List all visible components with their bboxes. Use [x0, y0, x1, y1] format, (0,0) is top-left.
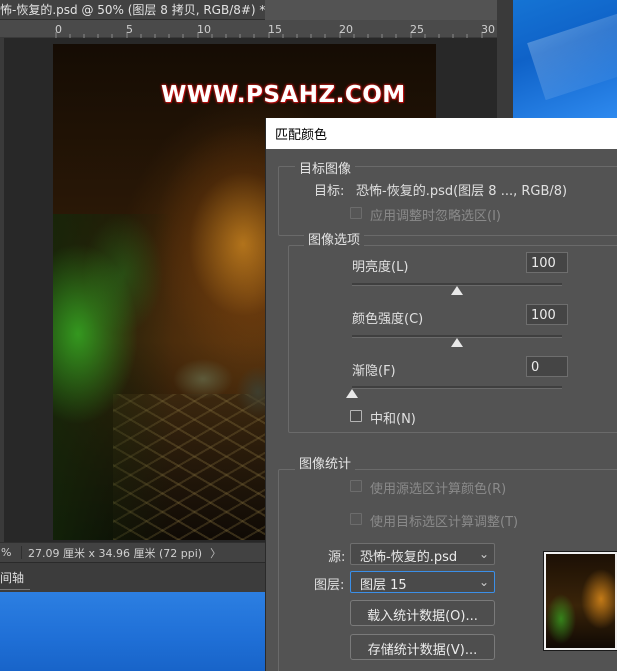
ruler-tick-label: 15	[268, 23, 282, 36]
ignore-selection-checkbox[interactable]	[350, 207, 362, 219]
match-color-dialog: 匹配颜色 目标图像 目标: 恐怖-恢复的.psd(图层 8 ..., RGB/8…	[265, 118, 617, 671]
chevron-down-icon: ⌄	[478, 547, 489, 561]
color-intensity-input[interactable]	[526, 304, 568, 325]
tab-underline	[0, 589, 30, 590]
app-frame-edge	[497, 0, 513, 122]
watermark-text: WWW.PSAHZ.COM	[161, 82, 406, 108]
ruler-tick-label: 5	[126, 23, 133, 36]
source-label: 源:	[328, 550, 346, 565]
fade-slider-track[interactable]	[352, 386, 562, 389]
target-image-legend: 目标图像	[295, 158, 356, 177]
use-target-selection-label: 使用目标选区计算调整(T)	[370, 515, 519, 530]
luminance-label: 明亮度(L)	[352, 260, 409, 275]
target-label: 目标:	[314, 184, 345, 199]
zoom-level[interactable]: %	[0, 546, 22, 559]
ruler-tick-label: 10	[197, 23, 211, 36]
use-source-selection-checkbox[interactable]	[350, 480, 362, 492]
timeline-tab-label: 间轴	[0, 571, 25, 585]
ruler-tick-label: 30	[481, 23, 495, 36]
ruler-tick-label: 0	[55, 23, 62, 36]
ruler-tick-label: 20	[339, 23, 353, 36]
luminance-slider-thumb[interactable]	[451, 286, 463, 295]
source-select-value: 恐怖-恢复的.psd	[360, 550, 458, 565]
save-statistics-button[interactable]: 存储统计数据(V)...	[350, 634, 495, 660]
artwork-wall	[53, 214, 173, 540]
neutralize-checkbox[interactable]	[350, 410, 362, 422]
dialog-title: 匹配颜色	[275, 128, 328, 143]
load-statistics-button[interactable]: 载入统计数据(O)...	[350, 600, 495, 626]
dialog-titlebar[interactable]: 匹配颜色	[266, 118, 617, 149]
use-target-selection-checkbox[interactable]	[350, 513, 362, 525]
fade-label: 渐隐(F)	[352, 364, 396, 379]
use-source-selection-label: 使用源选区计算颜色(R)	[370, 482, 507, 497]
artwork-figure	[173, 354, 233, 404]
desktop-background	[0, 592, 265, 671]
status-bar: % 27.09 厘米 x 34.96 厘米 (72 ppi) 〉	[0, 542, 265, 562]
document-dimensions: 27.09 厘米 x 34.96 厘米 (72 ppi)	[28, 546, 203, 560]
document-tab[interactable]: 怖-恢复的.psd @ 50% (图层 8 拷贝, RGB/8#) * ×	[0, 0, 265, 20]
source-preview-image	[546, 554, 615, 648]
horizontal-ruler: 0 5 10 15 20 25 30	[0, 20, 497, 38]
source-preview-thumbnail	[543, 551, 617, 651]
wallpaper-light-beam	[527, 0, 617, 101]
color-intensity-label: 颜色强度(C)	[352, 312, 424, 327]
ruler-tick-label: 25	[410, 23, 424, 36]
status-menu-arrow-icon[interactable]: 〉	[210, 545, 221, 561]
fade-slider-thumb[interactable]	[346, 389, 358, 398]
layer-select-value: 图层 15	[360, 578, 407, 593]
color-intensity-slider-thumb[interactable]	[451, 338, 463, 347]
luminance-input[interactable]	[526, 252, 568, 273]
desktop-background	[513, 0, 617, 122]
neutralize-label: 中和(N)	[370, 412, 416, 427]
document-tab-title: 怖-恢复的.psd @ 50% (图层 8 拷贝, RGB/8#) *	[0, 3, 265, 17]
ignore-selection-label: 应用调整时忽略选区(I)	[370, 209, 501, 224]
timeline-panel-tab[interactable]: 间轴	[0, 562, 265, 592]
source-select[interactable]: 恐怖-恢复的.psd ⌄	[350, 543, 495, 565]
layer-select[interactable]: 图层 15 ⌄	[350, 571, 495, 593]
layer-label: 图层:	[314, 578, 345, 593]
fade-input[interactable]	[526, 356, 568, 377]
chevron-down-icon: ⌄	[478, 575, 489, 589]
image-options-legend: 图像选项	[304, 229, 365, 248]
target-value: 恐怖-恢复的.psd(图层 8 ..., RGB/8)	[356, 184, 568, 199]
image-statistics-legend: 图像统计	[295, 453, 356, 472]
